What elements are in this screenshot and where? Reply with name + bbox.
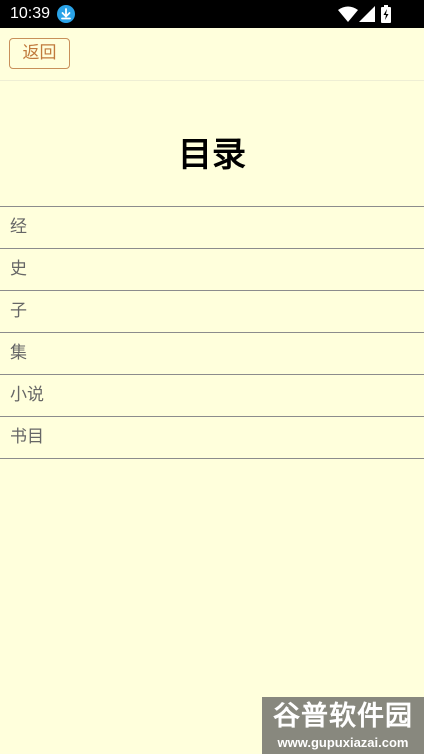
wifi-icon [338, 6, 358, 22]
toc-item-shi[interactable]: 史 [0, 249, 424, 291]
watermark-url: www.gupuxiazai.com [277, 735, 409, 750]
toc-item-xiaoshuo[interactable]: 小说 [0, 375, 424, 417]
download-icon [57, 5, 75, 23]
top-bar: 返回 [0, 28, 424, 81]
watermark-title: 谷普软件园 [273, 701, 413, 732]
page-title: 目录 [178, 135, 246, 175]
signal-icon [359, 6, 375, 22]
toc-item-ji[interactable]: 集 [0, 333, 424, 375]
watermark: 谷普软件园 www.gupuxiazai.com [262, 697, 424, 754]
toc-item-zi[interactable]: 子 [0, 291, 424, 333]
toc-list: 经 史 子 集 小说 书目 [0, 206, 424, 459]
status-bar: 10:39 [0, 0, 424, 28]
battery-icon [381, 5, 391, 23]
back-button[interactable]: 返回 [9, 38, 70, 69]
toc-item-jing[interactable]: 经 [0, 207, 424, 249]
toc-item-shumu[interactable]: 书目 [0, 417, 424, 459]
status-time: 10:39 [10, 5, 51, 22]
